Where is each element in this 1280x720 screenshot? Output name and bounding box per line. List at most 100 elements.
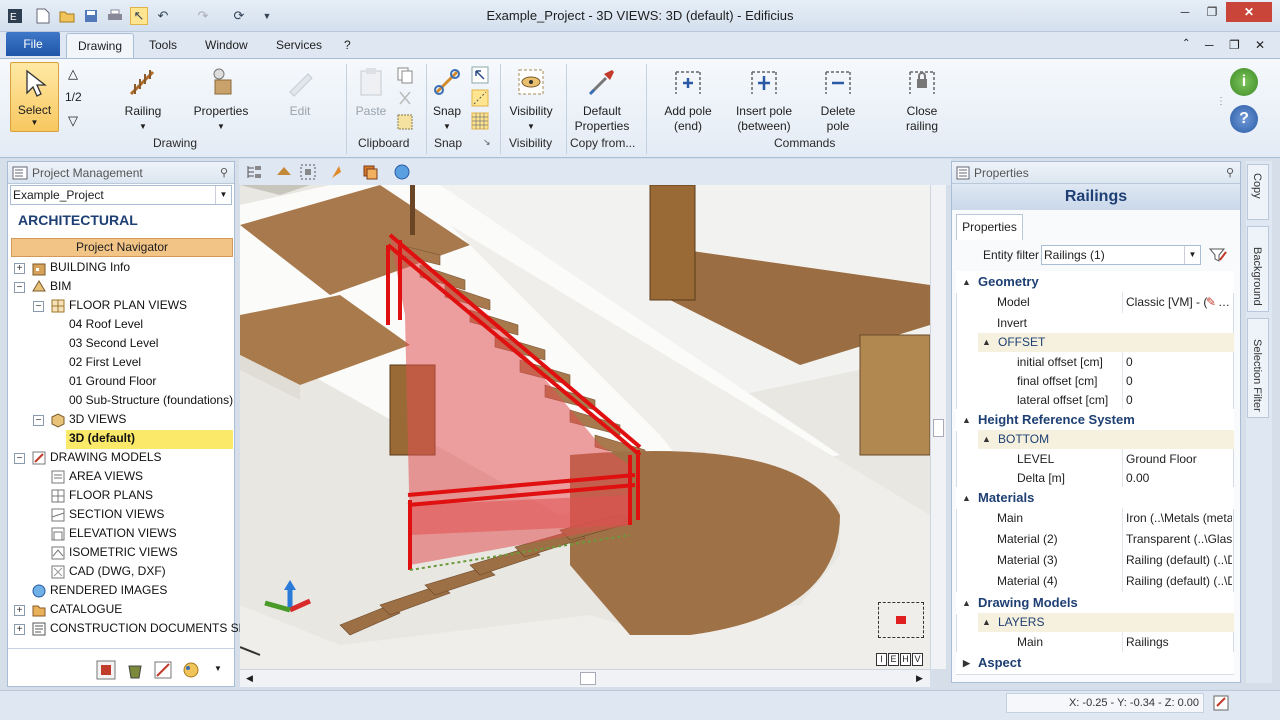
prop-layers-main-value[interactable]: Railings [1122,632,1232,653]
tree-item-cad[interactable]: CAD (DWG, DXF) [69,562,166,581]
delete-pole-button[interactable]: Delete pole [810,66,866,134]
close-button[interactable]: ✕ [1226,2,1272,22]
subcategory-offset[interactable]: ▲ OFFSET [978,333,1234,352]
prop-model-value[interactable]: Classic [VM] - (✎… [1122,292,1232,313]
menu-window[interactable]: Window [205,38,248,52]
expand-toggle[interactable]: − [33,301,44,312]
settings-icon[interactable] [1212,694,1232,712]
triangle-down-icon[interactable]: ▽ [68,113,78,129]
info-icon[interactable]: i [1230,68,1258,96]
ribbon-overflow-icon[interactable]: ⋮ [1216,96,1226,107]
tree-item-second-level[interactable]: 03 Second Level [69,334,158,353]
filter-edit-icon[interactable] [1208,246,1228,264]
tree-item-rendered-images[interactable]: RENDERED IMAGES [50,581,167,600]
tree-item-construction-documents-set[interactable]: CONSTRUCTION DOCUMENTS SET [50,619,254,638]
library-dropdown-icon[interactable]: ▼ [214,664,222,673]
tree-item-isometric-views[interactable]: ISOMETRIC VIEWS [69,543,178,562]
doc-close-icon[interactable]: ✕ [1255,38,1265,52]
prop-invert[interactable]: Invert [958,313,1232,334]
default-properties-button[interactable]: Default Properties [568,66,636,134]
category-drawing-models[interactable]: ▲ Drawing Models [956,592,1234,614]
materials-icon[interactable] [125,660,145,680]
close-railing-button[interactable]: Close railing [890,66,954,134]
expand-toggle[interactable]: − [33,415,44,426]
render-mode-icon[interactable] [275,163,293,181]
layers-icon[interactable] [361,163,379,181]
copy-icon[interactable] [396,66,414,84]
tree-item-ground-floor[interactable]: 01 Ground Floor [69,372,156,391]
browse-model-icon[interactable]: … [1218,292,1230,313]
prop-layers-main[interactable]: Main Railings [958,632,1232,653]
tree-item-drawing-models[interactable]: DRAWING MODELS [50,448,162,467]
tab-drawing[interactable]: Drawing [66,33,134,59]
snap-dialog-launcher-icon[interactable]: ↘ [483,137,491,148]
side-tab-selection-filter[interactable]: Selection Filter [1247,318,1269,418]
expand-toggle[interactable]: − [14,453,25,464]
prop-material-2[interactable]: Material (2) Transparent (..\Glass [958,529,1232,550]
add-pole-end-button[interactable]: Add pole (end) [656,66,720,134]
ribbon-collapse-icon[interactable]: ⌃ [1182,38,1190,49]
tree-item-catalogue[interactable]: CATALOGUE [50,600,122,619]
doc-minimize-icon[interactable]: ─ [1205,38,1214,52]
category-materials[interactable]: ▲ Materials [956,487,1234,509]
horizontal-scrollbar[interactable]: ◀ ▶ [240,669,930,687]
horizontal-scrollbar-thumb[interactable] [580,672,596,685]
edit-model-icon[interactable]: ✎ [1206,292,1216,313]
prop-final-offset[interactable]: final offset [cm] 0 [958,371,1232,392]
prop-initial-offset-value[interactable]: 0 [1122,352,1232,373]
prop-material-4-value[interactable]: Railing (default) (..\D [1122,571,1232,592]
prop-material-2-value[interactable]: Transparent (..\Glass [1122,529,1232,550]
entity-filter-select[interactable]: Railings (1) ▼ [1041,245,1201,265]
edit-button[interactable]: Edit [276,66,324,119]
tree-item-building-info[interactable]: BUILDING Info [50,258,130,277]
vertical-scrollbar-thumb[interactable] [933,419,944,437]
file-menu-button[interactable]: File [6,32,60,56]
prop-level[interactable]: LEVEL Ground Floor [958,449,1232,470]
tree-item-bim[interactable]: BIM [50,277,71,296]
view-cube-frame[interactable] [878,602,924,638]
tree-item-sub-structure[interactable]: 00 Sub-Structure (foundations) [69,391,233,410]
view-cube-i[interactable]: I [876,653,887,666]
globe-icon[interactable] [393,163,411,181]
vertical-scrollbar[interactable] [930,185,946,669]
prop-delta-value[interactable]: 0.00 [1122,468,1232,489]
prop-material-3-value[interactable]: Railing (default) (..\D [1122,550,1232,571]
menu-help[interactable]: ? [344,38,351,52]
zoom-extents-icon[interactable] [299,163,317,181]
snap-line-icon[interactable] [471,89,489,107]
category-geometry[interactable]: ▲ Geometry [956,271,1234,293]
view-cube-center[interactable] [896,616,906,624]
select-button[interactable]: Select ▼ [10,62,59,132]
insert-pole-between-button[interactable]: Insert pole (between) [728,66,800,134]
3d-viewport[interactable] [240,185,930,669]
clipboard-select-icon[interactable] [396,113,414,131]
expand-toggle[interactable]: + [14,624,25,635]
prop-model[interactable]: Model Classic [VM] - (✎… [958,292,1232,313]
scroll-left-icon[interactable]: ◀ [246,673,253,684]
prop-main-material[interactable]: Main Iron (..\Metals (meta [958,508,1232,529]
view-tree-icon[interactable] [245,163,263,181]
snap-button[interactable]: Snap ▼ [428,66,466,134]
subcategory-bottom[interactable]: ▲ BOTTOM [978,430,1234,449]
paste-button[interactable]: Paste [350,66,392,119]
prop-lateral-offset[interactable]: lateral offset [cm] 0 [958,390,1232,411]
visibility-button[interactable]: Visibility ▼ [505,66,557,134]
pin-icon[interactable]: ⚲ [220,166,228,179]
tree-item-3d-default[interactable]: 3D (default) [69,429,135,448]
view-cube-v[interactable]: V [912,653,923,666]
textures-icon[interactable] [153,660,173,680]
prop-delta[interactable]: Delta [m] 0.00 [958,468,1232,489]
help-icon[interactable]: ? [1230,105,1258,133]
tree-item-floor-plan-views[interactable]: FLOOR PLAN VIEWS [69,296,187,315]
expand-toggle[interactable]: + [14,605,25,616]
view-cube-h[interactable]: H [900,653,911,666]
scroll-right-icon[interactable]: ▶ [916,673,923,684]
restore-button[interactable]: ❐ [1200,2,1224,22]
tree-item-floor-plans[interactable]: FLOOR PLANS [69,486,153,505]
side-tab-copy[interactable]: Copy [1247,164,1269,220]
project-navigator-button[interactable]: Project Navigator [11,238,233,257]
tab-properties[interactable]: Properties [956,214,1023,240]
tree-item-area-views[interactable]: AREA VIEWS [69,467,143,486]
doc-restore-icon[interactable]: ❐ [1229,38,1240,52]
section-tool-icon[interactable] [329,163,347,181]
